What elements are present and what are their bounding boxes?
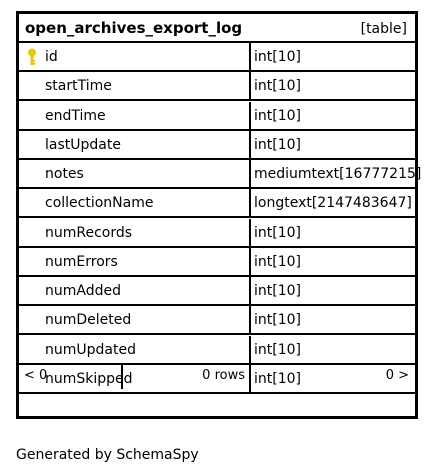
column-divider bbox=[249, 160, 251, 187]
column-divider bbox=[249, 102, 251, 129]
column-type: int[10] bbox=[254, 342, 301, 358]
column-name: lastUpdate bbox=[45, 137, 121, 153]
table-title-row: open_archives_export_log [table] bbox=[19, 14, 415, 43]
column-name: numDeleted bbox=[45, 312, 132, 328]
column-type: int[10] bbox=[254, 49, 301, 65]
table-type-tag: [table] bbox=[360, 21, 407, 37]
column-divider bbox=[249, 277, 251, 304]
column-row[interactable]: numAdded int[10] bbox=[19, 277, 415, 306]
column-divider bbox=[249, 131, 251, 158]
column-row[interactable]: id int[10] bbox=[19, 43, 415, 72]
column-name: startTime bbox=[45, 78, 112, 94]
parents-count: < 0 bbox=[24, 368, 48, 383]
column-row[interactable]: lastUpdate int[10] bbox=[19, 131, 415, 160]
column-row[interactable]: numDeleted int[10] bbox=[19, 306, 415, 335]
column-divider bbox=[249, 248, 251, 275]
column-type: int[10] bbox=[254, 108, 301, 124]
table-name[interactable]: open_archives_export_log bbox=[25, 17, 242, 39]
column-divider bbox=[249, 336, 251, 363]
column-name: id bbox=[45, 49, 58, 65]
footer-divider bbox=[121, 364, 123, 389]
column-name: endTime bbox=[45, 108, 106, 124]
column-divider bbox=[249, 43, 251, 70]
column-type: longtext[2147483647] bbox=[254, 195, 412, 211]
column-name: notes bbox=[45, 166, 84, 182]
column-divider bbox=[249, 306, 251, 333]
column-row[interactable]: startTime int[10] bbox=[19, 72, 415, 101]
column-row[interactable]: notes mediumtext[16777215] bbox=[19, 160, 421, 189]
column-type: int[10] bbox=[254, 254, 301, 270]
column-row[interactable]: collectionName longtext[2147483647] bbox=[19, 189, 415, 218]
column-type: int[10] bbox=[254, 225, 301, 241]
column-type: int[10] bbox=[254, 137, 301, 153]
footer-divider bbox=[249, 364, 251, 389]
column-row[interactable]: numErrors int[10] bbox=[19, 248, 415, 277]
column-name: numRecords bbox=[45, 225, 133, 241]
column-row[interactable]: numRecords int[10] bbox=[19, 219, 415, 248]
column-row[interactable]: numUpdated int[10] bbox=[19, 336, 415, 365]
column-name: numErrors bbox=[45, 254, 118, 270]
children-count: 0 > bbox=[385, 368, 409, 383]
column-name: numUpdated bbox=[45, 342, 136, 358]
schema-table-node[interactable]: open_archives_export_log [table] id int[1… bbox=[16, 11, 421, 419]
column-divider bbox=[249, 189, 251, 216]
column-type: int[10] bbox=[254, 78, 301, 94]
column-type: mediumtext[16777215] bbox=[254, 166, 422, 182]
column-name: collectionName bbox=[45, 195, 154, 211]
column-type: int[10] bbox=[254, 312, 301, 328]
row-count: 0 rows bbox=[202, 368, 245, 383]
column-name: numAdded bbox=[45, 283, 121, 299]
column-type: int[10] bbox=[254, 283, 301, 299]
column-divider bbox=[249, 72, 251, 99]
column-divider bbox=[249, 219, 251, 246]
table-footer-row: < 0 0 rows 0 > bbox=[19, 364, 415, 389]
primary-key-icon bbox=[28, 48, 36, 65]
generated-by-caption: Generated by SchemaSpy bbox=[16, 447, 199, 463]
column-row[interactable]: endTime int[10] bbox=[19, 102, 415, 131]
